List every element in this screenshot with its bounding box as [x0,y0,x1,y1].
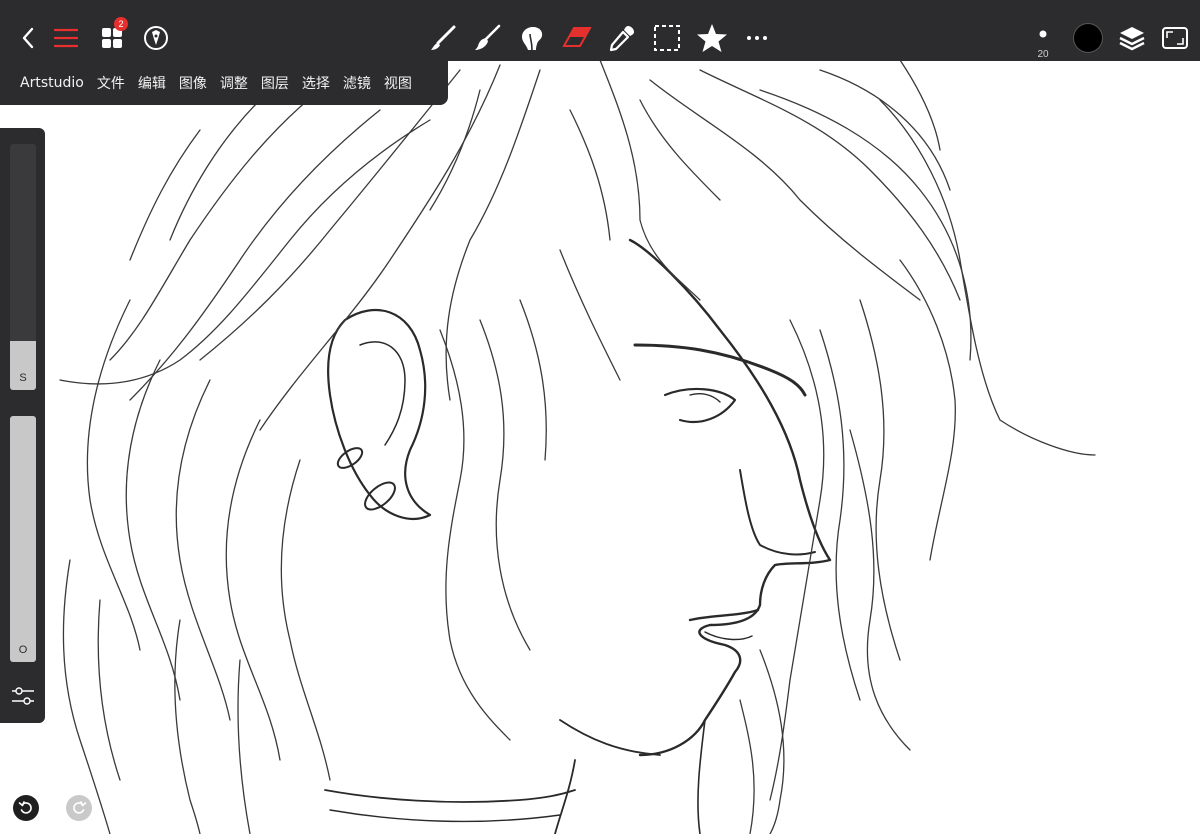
opacity-slider[interactable]: O [10,416,36,662]
fullscreen-icon [1162,27,1188,49]
brush-slider-panel: S O [0,128,45,723]
selection-tool-icon [654,25,680,51]
menu-adjust[interactable]: 调整 [220,73,248,93]
undo-icon [18,801,32,814]
favorites-button[interactable] [696,22,728,54]
layers-icon [1119,27,1145,51]
more-icon [747,36,767,40]
pen-tip-icon [144,26,168,50]
menu-bar: Artstudio 文件 编辑 图像 调整 图层 选择 滤镜 视图 [0,61,448,105]
brush-tool-button[interactable] [428,23,458,53]
menu-app[interactable]: Artstudio [20,75,84,91]
back-icon [22,27,34,49]
size-slider[interactable]: S [10,144,36,390]
eraser-tool-button[interactable] [562,23,592,53]
opacity-slider-label: O [18,644,28,656]
pencil-portrait-artwork [59,59,1096,834]
color-swatch [1074,24,1102,52]
notification-badge: 2 [114,17,128,31]
menu-icon [54,28,78,48]
menu-select[interactable]: 选择 [302,73,330,93]
paint-brush-tool-icon [475,24,501,50]
brush-size-value: 20 [1037,49,1049,60]
menu-edit[interactable]: 编辑 [138,73,166,93]
undo-button[interactable] [13,795,39,821]
menu-image[interactable]: 图像 [179,73,207,93]
menu-filter[interactable]: 滤镜 [343,73,371,93]
opacity-slider-fill [10,416,36,662]
brush-tool-icon [431,25,456,50]
menu-layer[interactable]: 图层 [261,73,289,93]
back-button[interactable] [14,24,42,52]
brush-settings-button[interactable] [10,683,36,709]
gallery-button[interactable]: 2 [98,17,128,52]
smudge-tool-icon [522,27,543,51]
selection-tool-button[interactable] [652,23,682,53]
brush-size-button[interactable] [1030,24,1056,44]
fullscreen-button[interactable] [1160,24,1190,52]
pen-settings-button[interactable] [142,24,170,52]
smudge-tool-button[interactable] [517,23,547,53]
top-toolbar: 2 20 [0,0,1200,61]
drawing-canvas[interactable] [0,0,1200,834]
brush-size-icon [1039,30,1047,38]
paint-brush-tool-button[interactable] [472,23,502,53]
eyedropper-tool-icon [609,26,634,52]
favorites-star-icon [697,24,727,52]
more-button[interactable] [742,23,772,53]
sliders-icon [12,687,34,705]
menu-file[interactable]: 文件 [97,73,125,93]
eraser-tool-icon [562,27,592,47]
redo-icon [73,801,87,814]
redo-button[interactable] [66,795,92,821]
eyedropper-tool-button[interactable] [607,23,637,53]
layers-button[interactable] [1117,23,1147,53]
menu-view[interactable]: 视图 [384,73,412,93]
color-swatch-button[interactable] [1073,23,1103,53]
size-slider-label: S [19,372,27,384]
menu-button[interactable] [52,24,80,52]
